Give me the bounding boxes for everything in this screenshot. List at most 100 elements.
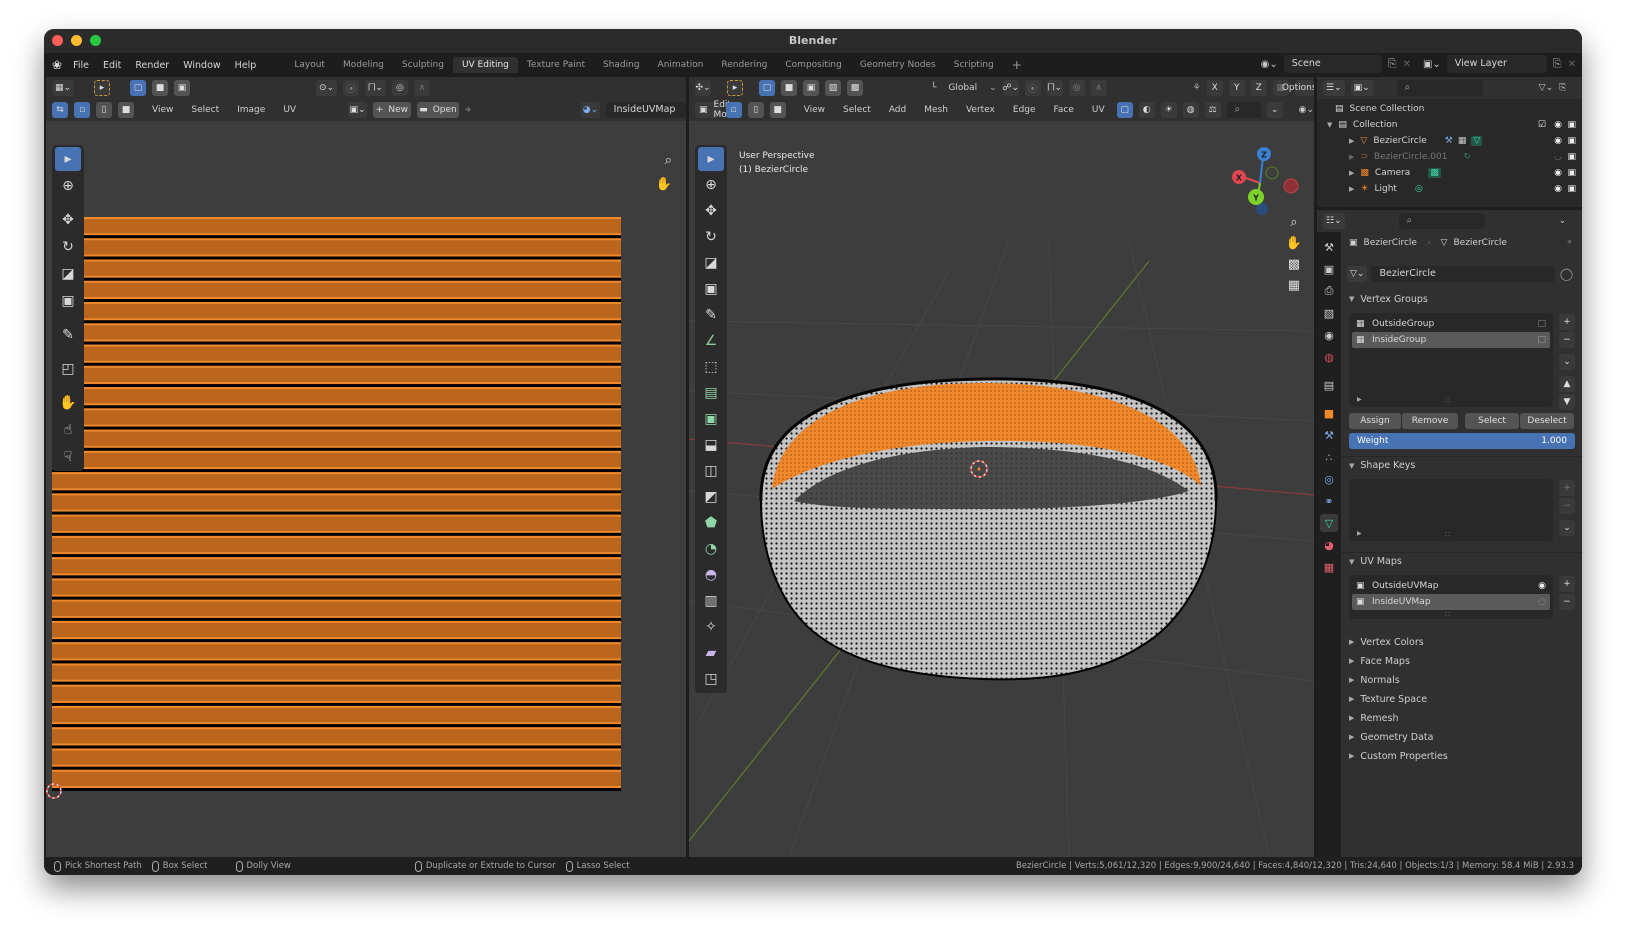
- face-select-mode-icon[interactable]: ■: [118, 102, 134, 118]
- outliner-item-light[interactable]: ▶ ☀ Light ◎ ◉ ▣: [1317, 181, 1582, 197]
- snap-3d-icon[interactable]: ⦿: [1024, 80, 1041, 96]
- light-data-icon[interactable]: ◎: [1415, 184, 1423, 194]
- perspective-grid-icon[interactable]: ▦: [1288, 278, 1300, 293]
- modifier-wrench-icon[interactable]: ⚒: [1445, 136, 1453, 146]
- falloff-3d-icon[interactable]: ∧: [1090, 80, 1107, 96]
- viewport-menu-face[interactable]: Face: [1048, 105, 1080, 115]
- new-view-layer-icon[interactable]: ⎘: [1553, 57, 1562, 71]
- rip-tool[interactable]: ◰: [55, 357, 81, 381]
- tool-tab-icon[interactable]: ⚒: [1320, 238, 1338, 256]
- cursor-3d-tool[interactable]: ⊕: [698, 173, 724, 197]
- remove-shape-key-button[interactable]: −: [1559, 498, 1575, 514]
- add-workspace-button[interactable]: +: [1003, 55, 1031, 75]
- eye-icon[interactable]: ◉: [1554, 136, 1562, 146]
- pivot-point-icon[interactable]: ☍⌄: [1002, 80, 1019, 96]
- filter-light-icon[interactable]: ☀: [1160, 102, 1177, 118]
- camera-view-icon[interactable]: ▩: [1288, 257, 1300, 272]
- expand-arrow-icon[interactable]: ▶: [1349, 153, 1354, 161]
- loop-cut-tool[interactable]: ◫: [698, 459, 724, 483]
- select-new-icon[interactable]: ▢: [759, 80, 775, 96]
- world-tab-icon[interactable]: ◍: [1320, 348, 1338, 366]
- snap-target-icon[interactable]: ⨅⌄: [365, 80, 386, 96]
- properties-search-input[interactable]: ⌕: [1398, 213, 1485, 229]
- annotate-tool[interactable]: ✎: [55, 323, 81, 347]
- mesh-browse-icon[interactable]: ▽⌄: [1347, 265, 1368, 282]
- modifier-tab-icon[interactable]: ⚒: [1320, 426, 1338, 444]
- poly-build-tool[interactable]: ⬟: [698, 511, 724, 535]
- expand-arrow-icon[interactable]: ▶: [1349, 169, 1354, 177]
- delete-view-layer-icon[interactable]: ✕: [1568, 59, 1576, 70]
- active-render-camera-icon[interactable]: ◉: [1538, 581, 1546, 591]
- lock-icon[interactable]: □: [1537, 335, 1546, 345]
- select-box-3d-tool[interactable]: ▸: [698, 147, 724, 171]
- transform-3d-tool[interactable]: ▣: [698, 277, 724, 301]
- mirror-y-toggle[interactable]: Y: [1228, 80, 1245, 96]
- move-tool[interactable]: ✥: [55, 208, 81, 232]
- view-layer-tab-icon[interactable]: ▧: [1320, 304, 1338, 322]
- viewport-menu-add[interactable]: Add: [883, 105, 912, 115]
- particles-tab-icon[interactable]: ∴: [1320, 448, 1338, 466]
- spin-tool[interactable]: ◔: [698, 537, 724, 561]
- move-up-icon[interactable]: ▲: [1559, 376, 1575, 392]
- list-resize-handle[interactable]: ∷: [1445, 530, 1450, 539]
- assign-button[interactable]: Assign: [1349, 413, 1401, 429]
- expand-arrow-icon[interactable]: ▶: [1349, 185, 1354, 193]
- texture-tab-icon[interactable]: ▦: [1320, 558, 1338, 576]
- uv-menu-view[interactable]: View: [146, 105, 179, 115]
- scene-tab-icon[interactable]: ◉: [1320, 326, 1338, 344]
- eye-icon[interactable]: ◉: [1554, 184, 1562, 194]
- minimize-window-button[interactable]: [71, 35, 82, 46]
- viewport-menu-vertex[interactable]: Vertex: [960, 105, 1001, 115]
- object-tab-icon[interactable]: ■: [1320, 404, 1338, 422]
- viewport-menu-uv[interactable]: UV: [1086, 105, 1111, 115]
- custom-properties-panel-header[interactable]: ▶ Custom Properties: [1341, 747, 1582, 765]
- 3d-scene[interactable]: X Z Y: [689, 121, 1314, 857]
- shape-key-specials-icon[interactable]: ⌄: [1559, 520, 1575, 536]
- outliner-search-input[interactable]: ⌕: [1396, 80, 1483, 96]
- close-window-button[interactable]: [52, 35, 63, 46]
- neg-z-axis-icon[interactable]: [1256, 203, 1268, 215]
- outliner-item-camera[interactable]: ▶ ▩ Camera ▩ ◉ ▣: [1317, 165, 1582, 181]
- tab-compositing[interactable]: Compositing: [776, 57, 850, 73]
- tab-modeling[interactable]: Modeling: [334, 57, 393, 73]
- transform-orientation-dropdown[interactable]: Global: [942, 83, 983, 93]
- expand-arrow-icon[interactable]: ▼: [1327, 121, 1332, 129]
- filter-material-icon[interactable]: ◐: [1138, 102, 1155, 118]
- display-mode-icon[interactable]: ▣⌄: [1350, 80, 1373, 96]
- select-mode-extend-icon[interactable]: ■: [152, 80, 169, 96]
- remesh-panel-header[interactable]: ▶ Remesh: [1341, 709, 1582, 727]
- camera-render-icon[interactable]: ▣: [1567, 120, 1576, 130]
- outliner-item-beziercircle[interactable]: ▶ ▽ BezierCircle ⚒ ▦ ▽ ◉ ▣: [1317, 133, 1582, 149]
- face-maps-panel-header[interactable]: ▶ Face Maps: [1341, 652, 1582, 670]
- visibility-icon[interactable]: ◉⌄: [1299, 105, 1314, 115]
- view-layer-selector[interactable]: View Layer: [1446, 55, 1547, 73]
- tab-rendering[interactable]: Rendering: [712, 57, 776, 73]
- output-tab-icon[interactable]: ⎙: [1320, 282, 1338, 300]
- vertex-mode-icon[interactable]: ▫: [725, 102, 742, 118]
- tab-texture-paint[interactable]: Texture Paint: [518, 57, 594, 73]
- select-intersect-icon[interactable]: ▩: [847, 80, 863, 96]
- select-box-tool[interactable]: ▸: [55, 147, 81, 171]
- expand-arrow-icon[interactable]: ▶: [1349, 137, 1354, 145]
- render-tab-icon[interactable]: ▣: [1320, 260, 1338, 278]
- new-image-button[interactable]: + New: [372, 102, 411, 118]
- add-vertex-group-button[interactable]: +: [1559, 314, 1575, 330]
- mesh-datablock-field[interactable]: BezierCircle: [1371, 265, 1556, 282]
- mesh-data-icon[interactable]: ▽: [1471, 136, 1483, 146]
- view-layer-icon[interactable]: ▣⌄: [1423, 59, 1441, 70]
- pan-hand-icon[interactable]: ✋: [1286, 236, 1302, 251]
- properties-options-icon[interactable]: ⌄: [1559, 216, 1567, 226]
- viewport-menu-edge[interactable]: Edge: [1007, 105, 1042, 115]
- filter-icon[interactable]: ▽⌄: [1539, 83, 1553, 93]
- checkbox-icon[interactable]: ☑: [1538, 120, 1546, 130]
- rotate-tool[interactable]: ↻: [55, 235, 81, 259]
- relax-tool[interactable]: ☝: [55, 418, 81, 442]
- shear-tool[interactable]: ▰: [698, 641, 724, 665]
- editor-type-icon[interactable]: ▦⌄: [52, 80, 75, 96]
- zoom-view-icon[interactable]: ⌕: [665, 153, 672, 168]
- camera-render-icon[interactable]: ▣: [1567, 184, 1576, 194]
- blender-logo-icon[interactable]: ❀: [52, 58, 62, 72]
- eye-icon[interactable]: ◉: [1554, 168, 1562, 178]
- viewport-menu-mesh[interactable]: Mesh: [918, 105, 954, 115]
- neg-x-axis-icon[interactable]: [1283, 178, 1299, 194]
